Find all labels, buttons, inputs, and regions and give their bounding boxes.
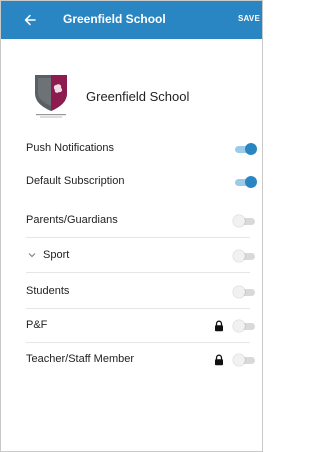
app-bar-title: Greenfield School bbox=[63, 12, 166, 26]
students-toggle[interactable] bbox=[233, 286, 257, 298]
parents-guardians-toggle[interactable] bbox=[233, 215, 257, 227]
push-notifications-label: Push Notifications bbox=[26, 142, 115, 154]
toggle-thumb bbox=[233, 354, 245, 366]
group-label: Teacher/Staff Member bbox=[26, 353, 135, 365]
row-divider bbox=[26, 237, 250, 238]
row-divider bbox=[26, 272, 250, 273]
group-label: Parents/Guardians bbox=[26, 214, 118, 226]
group-row-sport[interactable]: Sport bbox=[1, 239, 262, 273]
group-row-teacher-staff-member[interactable]: Teacher/Staff Member bbox=[1, 343, 262, 377]
sport-toggle[interactable] bbox=[233, 250, 257, 262]
push-notifications-row[interactable]: Push Notifications bbox=[1, 132, 262, 166]
default-subscription-label: Default Subscription bbox=[26, 175, 125, 187]
toggle-thumb bbox=[233, 215, 245, 227]
default-subscription-row[interactable]: Default Subscription bbox=[1, 165, 262, 199]
lock-icon bbox=[214, 319, 224, 332]
push-notifications-toggle[interactable] bbox=[233, 143, 257, 155]
default-subscription-toggle[interactable] bbox=[233, 176, 257, 188]
app-screen: Greenfield School SAVE Greenfield School… bbox=[0, 0, 263, 452]
toggle-thumb bbox=[245, 176, 257, 188]
teacher-staff-member-toggle[interactable] bbox=[233, 354, 257, 366]
school-name: Greenfield School bbox=[86, 89, 190, 104]
group-row-students[interactable]: Students bbox=[1, 275, 262, 309]
toggle-thumb bbox=[233, 250, 245, 262]
group-row-pf[interactable]: P&F bbox=[1, 309, 262, 343]
group-label: P&F bbox=[26, 319, 48, 331]
save-button[interactable]: SAVE bbox=[238, 14, 260, 23]
toggle-thumb bbox=[233, 286, 245, 298]
toggle-thumb bbox=[233, 320, 245, 332]
group-label: Students bbox=[26, 285, 70, 297]
school-crest-icon bbox=[29, 71, 73, 119]
arrow-left-icon bbox=[24, 14, 36, 26]
app-bar: Greenfield School SAVE bbox=[1, 1, 262, 39]
toggle-thumb bbox=[245, 143, 257, 155]
lock-icon bbox=[214, 353, 224, 366]
group-label: Sport bbox=[43, 249, 70, 261]
group-row-parents-guardians[interactable]: Parents/Guardians bbox=[1, 204, 262, 238]
pf-toggle[interactable] bbox=[233, 320, 257, 332]
back-button[interactable] bbox=[21, 11, 39, 29]
